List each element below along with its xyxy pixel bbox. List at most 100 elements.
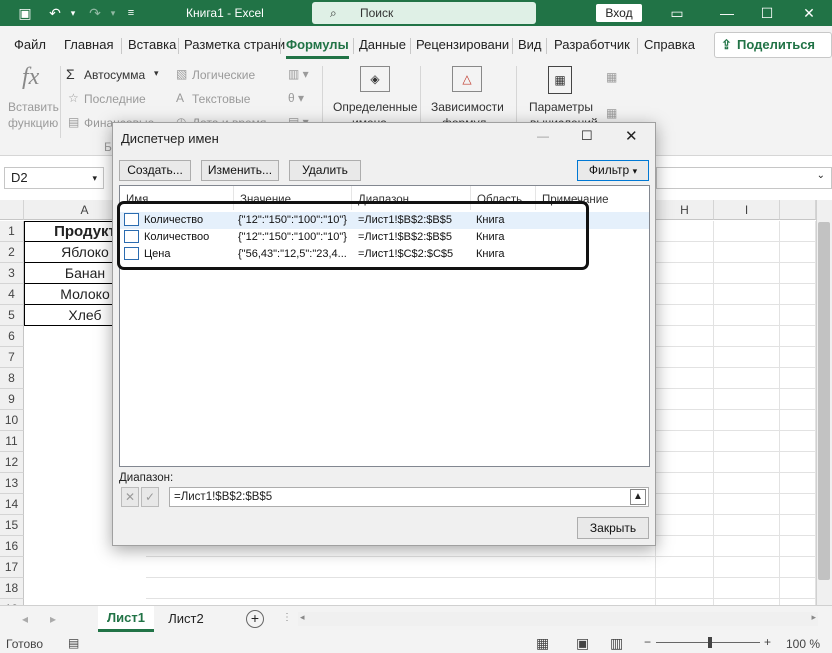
grid-cell[interactable] [146, 578, 656, 599]
math-icon[interactable]: θ ▾ [288, 91, 304, 105]
insert-function-label-1[interactable]: Вставить [8, 100, 59, 114]
row-header[interactable]: 6 [0, 326, 24, 347]
logical-button[interactable]: Логические [192, 68, 255, 82]
share-button[interactable]: ⇪ Поделиться [714, 32, 832, 58]
grid-cell[interactable] [656, 536, 714, 557]
grid-cell[interactable] [656, 515, 714, 536]
expand-formula-icon[interactable]: ⌄ [817, 170, 825, 181]
tab-page-layout[interactable]: Разметка страни [184, 37, 285, 52]
grid-cell[interactable] [780, 557, 816, 578]
formula-auditing-icon[interactable]: △ [452, 66, 482, 92]
grid-cell[interactable] [714, 452, 780, 473]
zoom-out-icon[interactable]: − [644, 635, 651, 649]
add-sheet-icon[interactable]: + [246, 610, 264, 628]
name-box[interactable]: D2 ▾ [4, 167, 104, 189]
grid-cell[interactable] [656, 347, 714, 368]
row-header[interactable]: 5 [0, 305, 24, 326]
tab-insert[interactable]: Вставка [128, 37, 176, 52]
vertical-scrollbar[interactable] [816, 200, 832, 605]
collapse-dialog-icon[interactable]: ▲ [630, 489, 646, 505]
login-button[interactable]: Вход [596, 4, 642, 22]
grid-cell[interactable] [780, 347, 816, 368]
dialog-maximize-icon[interactable]: ☐ [581, 128, 593, 144]
grid-cell[interactable] [780, 368, 816, 389]
grid-cell[interactable] [714, 305, 780, 326]
dialog-close-icon[interactable]: ✕ [625, 127, 638, 145]
text-button[interactable]: Текстовые [192, 92, 250, 106]
grid-cell[interactable] [714, 410, 780, 431]
calculate-now-icon[interactable]: ▦ [606, 70, 617, 84]
grid-cell[interactable] [780, 578, 816, 599]
chevron-down-icon[interactable]: ▾ [154, 68, 159, 79]
tab-developer[interactable]: Разработчик [554, 37, 630, 52]
row-header[interactable]: 11 [0, 431, 24, 452]
row-header[interactable]: 16 [0, 536, 24, 557]
grid-cell[interactable] [780, 410, 816, 431]
scroll-left-icon[interactable]: ◂ [300, 612, 305, 623]
ribbon-display-icon[interactable]: ▭ [662, 2, 692, 24]
row-header[interactable]: 10 [0, 410, 24, 431]
grid-cell[interactable] [656, 410, 714, 431]
grid-cell[interactable] [714, 389, 780, 410]
grid-cell[interactable] [656, 242, 714, 263]
grid-cell[interactable] [780, 242, 816, 263]
grid-cell[interactable] [780, 536, 816, 557]
grid-cell[interactable] [714, 515, 780, 536]
formula-bar[interactable]: ⌄ [656, 167, 832, 189]
tab-file[interactable]: Файл [14, 37, 46, 52]
grid-cell[interactable] [714, 494, 780, 515]
grid-cell[interactable] [780, 263, 816, 284]
next-sheet-icon[interactable]: ▸ [50, 612, 56, 626]
sheet-tab-1[interactable]: Лист1 [98, 606, 154, 632]
row-header[interactable]: 8 [0, 368, 24, 389]
grid-cell[interactable] [714, 242, 780, 263]
recent-button[interactable]: Последние [84, 92, 146, 106]
accessibility-icon[interactable]: ▤ [68, 636, 79, 650]
grid-cell[interactable] [780, 452, 816, 473]
grid-cell[interactable] [714, 368, 780, 389]
select-all[interactable] [0, 200, 24, 220]
row-header[interactable]: 12 [0, 452, 24, 473]
insert-function-label-2[interactable]: функцию [8, 116, 58, 130]
grid-cell[interactable] [780, 473, 816, 494]
grid-cell[interactable] [656, 494, 714, 515]
grid-cell[interactable] [656, 368, 714, 389]
grid-cell[interactable] [656, 431, 714, 452]
column-header[interactable]: I [714, 200, 780, 220]
minimize-icon[interactable]: — [712, 2, 742, 24]
grid-cell[interactable] [656, 452, 714, 473]
grid-cell[interactable] [656, 305, 714, 326]
range-input[interactable]: =Лист1!$B$2:$B$5 ▲ [169, 487, 649, 507]
tab-split-icon[interactable]: ⋮ [282, 612, 292, 623]
row-header[interactable]: 13 [0, 473, 24, 494]
calc-options-label-1[interactable]: Параметры [529, 100, 593, 114]
page-layout-icon[interactable]: ▣ [576, 635, 589, 652]
row-header[interactable]: 2 [0, 242, 24, 263]
grid-cell[interactable] [780, 431, 816, 452]
undo-dropdown-icon[interactable]: ▾ [64, 4, 82, 22]
grid-cell[interactable] [656, 473, 714, 494]
grid-cell[interactable] [656, 221, 714, 242]
grid-cell[interactable] [780, 221, 816, 242]
defined-names-label-1[interactable]: Определенные [333, 100, 417, 114]
grid-cell[interactable] [714, 221, 780, 242]
chevron-down-icon[interactable]: ▾ [92, 168, 97, 188]
page-break-icon[interactable]: ▥ [610, 635, 623, 652]
redo-dropdown-icon[interactable]: ▾ [104, 4, 122, 22]
save-icon[interactable]: ▣ [16, 4, 34, 22]
lookup-icon[interactable]: ▥ ▾ [288, 67, 309, 81]
row-header[interactable]: 4 [0, 284, 24, 305]
grid-cell[interactable] [714, 347, 780, 368]
customize-toolbar-icon[interactable]: ≡ [122, 4, 140, 22]
grid-cell[interactable] [714, 284, 780, 305]
tab-help[interactable]: Справка [644, 37, 695, 52]
grid-cell[interactable] [780, 326, 816, 347]
grid-cell[interactable] [780, 389, 816, 410]
grid-cell[interactable] [656, 326, 714, 347]
grid-cell[interactable] [656, 263, 714, 284]
scroll-right-icon[interactable]: ▸ [811, 612, 816, 623]
defined-names-icon[interactable]: ◈ [360, 66, 390, 92]
tab-home[interactable]: Главная [64, 37, 113, 52]
edit-button[interactable]: Изменить... [201, 160, 279, 181]
create-button[interactable]: Создать... [119, 160, 191, 181]
